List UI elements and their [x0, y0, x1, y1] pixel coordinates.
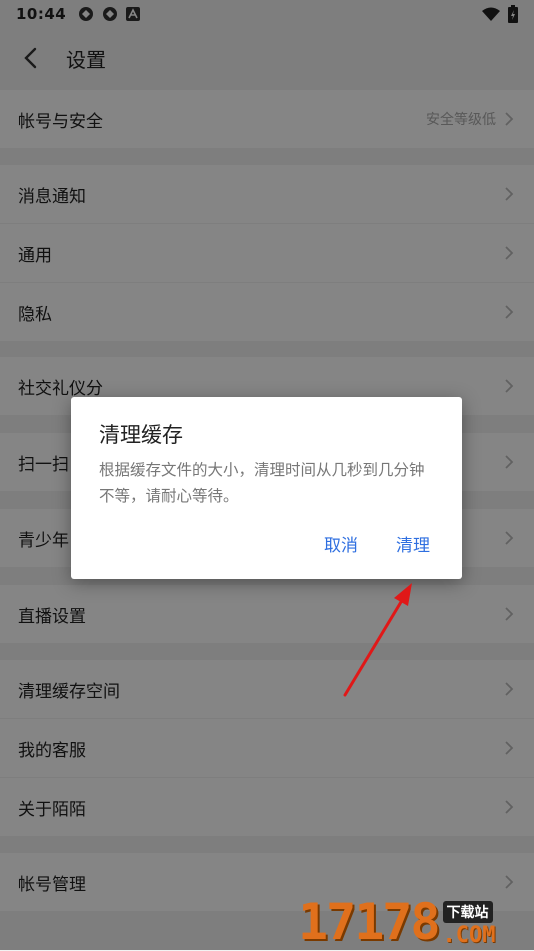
watermark-site: 下载站 [442, 901, 493, 923]
cancel-button[interactable]: 取消 [324, 531, 358, 556]
clear-cache-dialog: 清理缓存 根据缓存文件的大小，清理时间从几秒到几分钟不等，请耐心等待。 取消 清… [71, 397, 462, 579]
dialog-message: 根据缓存文件的大小，清理时间从几秒到几分钟不等，请耐心等待。 [99, 461, 425, 505]
dialog-title: 清理缓存 [99, 423, 183, 447]
settings-screen: 10:44 设置 帐号与安全 安全等级低 消息通知 通用 隐私 社交礼仪分 扫一… [0, 0, 534, 950]
watermark-number: 17178 [298, 893, 441, 951]
clear-button[interactable]: 清理 [396, 531, 430, 556]
watermark-right: 下载站 .COM [442, 901, 496, 948]
watermark-domain: .COM [442, 923, 496, 948]
watermark-logo: 17178 下载站 .COM [298, 888, 530, 948]
